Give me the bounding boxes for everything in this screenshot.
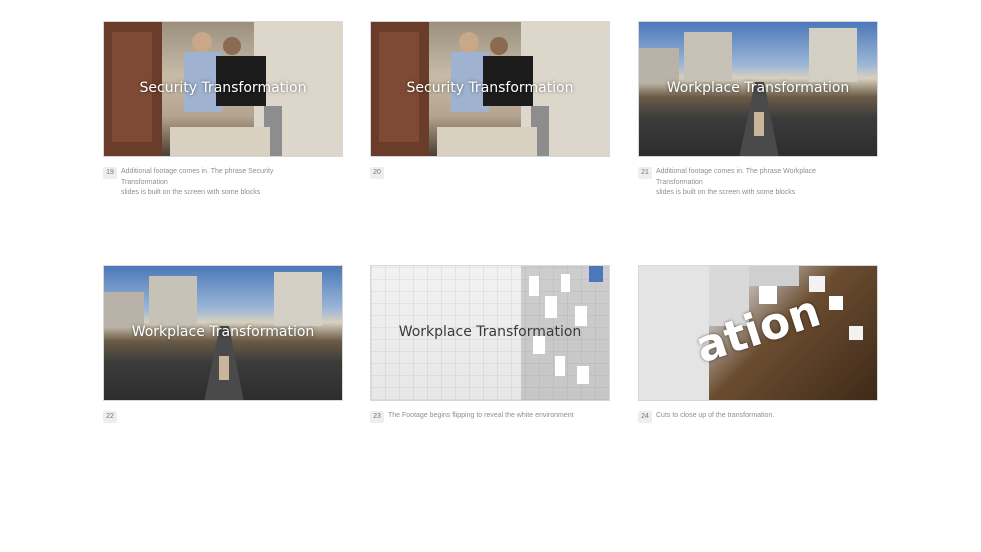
frame-number: 22 — [103, 411, 117, 423]
overlay-title: Workplace Transformation — [398, 324, 582, 340]
frame-number: 20 — [370, 167, 384, 179]
storyboard-frame-21: Workplace Transformation — [638, 21, 878, 157]
overlay-title: Security Transformation — [139, 80, 307, 96]
storyboard-frame-24: ation — [638, 265, 878, 401]
frame-number: 24 — [638, 411, 652, 423]
storyboard-frame-20: Security Transformation — [370, 21, 610, 157]
frame-description: Cuts to close up of the transformation. — [656, 412, 775, 419]
frame-number: 19 — [103, 167, 117, 179]
frame-number: 23 — [370, 411, 384, 423]
overlay-title: Security Transformation — [406, 80, 574, 96]
storyboard-frame-23: Workplace Transformation — [370, 265, 610, 401]
frame-description: The Footage begins flipping to reveal th… — [388, 412, 574, 419]
frame-description: Additional footage comes in. The phrase … — [656, 168, 817, 196]
frame-number: 21 — [638, 167, 652, 179]
overlay-title: Workplace Transformation — [131, 324, 315, 340]
storyboard-frame-22: Workplace Transformation — [103, 265, 343, 401]
storyboard-frame-19: Security Transformation — [103, 21, 343, 157]
frame-description: Additional footage comes in. The phrase … — [121, 168, 274, 196]
overlay-title: Workplace Transformation — [666, 80, 850, 96]
